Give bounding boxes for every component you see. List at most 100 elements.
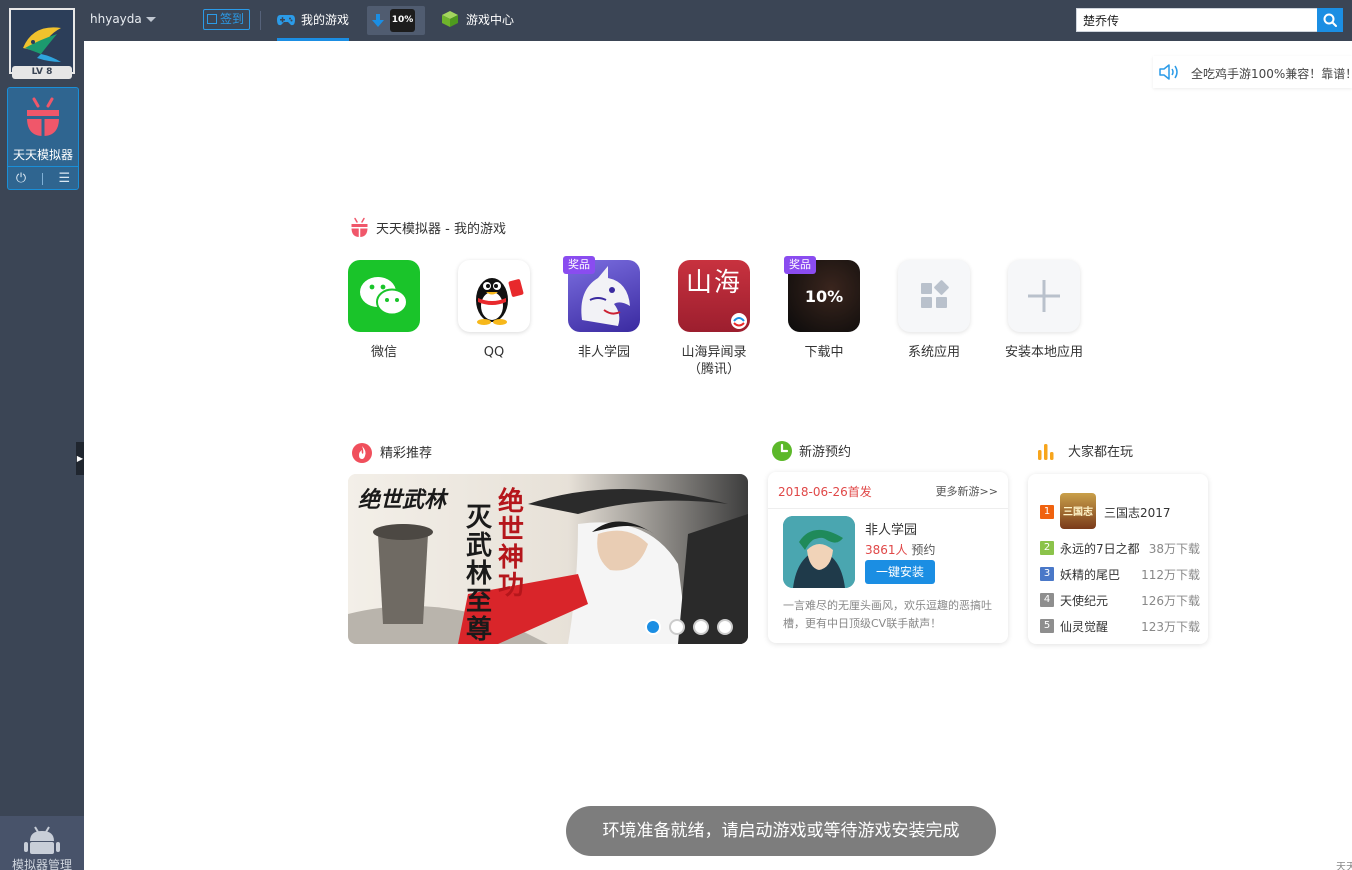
popular-item[interactable]: 2 永远的7日之都 38万下载 [1040, 540, 1200, 556]
app-name: 安装本地应用 [1004, 345, 1083, 360]
download-percent: 10% [804, 287, 844, 306]
app-system-apps[interactable]: 系统应用 [879, 260, 989, 361]
release-date: 2018-06-26首发 [778, 485, 872, 499]
popular-title: 大家都在玩 [1036, 441, 1133, 461]
featured-title-text: 精彩推荐 [380, 446, 433, 461]
popular-item[interactable]: 5 仙灵觉醒 123万下载 [1040, 618, 1200, 634]
sidebar: LV 8 天天模拟器 ⏻ ☰ ▶ 模拟器管理 [0, 0, 84, 870]
emulator-controls: ⏻ ☰ [8, 166, 78, 190]
featured-title: 精彩推荐 [352, 441, 432, 463]
rank-number: 4 [1040, 593, 1054, 607]
app-name-line1: 山海异闻录 [681, 345, 747, 360]
tencent-badge-icon [731, 313, 747, 329]
carousel-dot[interactable] [693, 619, 709, 635]
username: hhyayda [90, 12, 142, 26]
plus-icon [1008, 260, 1080, 332]
corner-text: 天天 [1336, 862, 1352, 870]
rank-number: 2 [1040, 541, 1054, 555]
qq-penguin-icon [458, 260, 530, 332]
menu-icon[interactable]: ☰ [58, 171, 70, 186]
app-name: 微信 [370, 345, 397, 360]
controls-divider [41, 172, 43, 185]
newgames-card: 2018-06-26首发 更多新游>> 非人学园 3861人 预约 一键安装 一… [768, 472, 1008, 643]
app-downloading[interactable]: 10% 奖品 下载中 [769, 256, 879, 361]
search-button[interactable] [1317, 8, 1343, 32]
app-qq[interactable]: QQ [439, 260, 549, 361]
user-menu[interactable]: hhyayda [90, 12, 156, 26]
power-icon[interactable]: ⏻ [16, 171, 26, 186]
emulator-manage-button[interactable]: 模拟器管理 [0, 816, 84, 870]
search-icon [1323, 13, 1337, 27]
carousel-dot[interactable] [717, 619, 733, 635]
popular-item[interactable]: 3 妖精的尾巴 112万下载 [1040, 566, 1200, 582]
popular-item[interactable]: 1 三国志 三国志2017 [1040, 493, 1200, 529]
banner-logo-text: 绝世武林 [358, 487, 447, 513]
emulator-card[interactable]: 天天模拟器 ⏻ ☰ [7, 87, 79, 190]
popular-item[interactable]: 4 天使纪元 126万下载 [1040, 592, 1200, 608]
rank-number: 5 [1040, 619, 1054, 633]
popular-name: 妖精的尾巴 [1060, 568, 1121, 582]
user-avatar[interactable] [9, 8, 75, 74]
featured-banner[interactable]: 绝世武林 绝世神功 灭武林至尊 [348, 474, 748, 644]
my-games-title-text: 天天模拟器 - 我的游戏 [376, 222, 506, 237]
rank-number: 1 [1040, 505, 1054, 519]
carousel-dots [645, 619, 733, 635]
popular-name: 永远的7日之都 [1060, 542, 1140, 556]
search-input[interactable] [1076, 8, 1317, 32]
download-tab[interactable]: 10% [367, 6, 425, 35]
newgames-title-text: 新游预约 [799, 445, 852, 460]
android-icon [24, 826, 60, 854]
top-bar: hhyayda 签到 我的游戏 10% 游戏中心 楚乔传 [84, 0, 1352, 41]
chevron-down-icon [145, 17, 156, 22]
tab-game-center-label: 游戏中心 [466, 13, 515, 27]
notice-bar[interactable]: 全吃鸡手游100%兼容！靠谱！ [1153, 56, 1352, 88]
shanhai-game-icon: 山海 [678, 260, 750, 332]
app-install-local[interactable]: 安装本地应用 [989, 260, 1099, 361]
popular-thumbnail: 三国志 [1060, 493, 1096, 529]
popular-name: 仙灵觉醒 [1060, 620, 1109, 634]
carousel-dot[interactable] [645, 619, 661, 635]
app-wechat[interactable]: 微信 [329, 260, 439, 361]
active-tab-indicator [277, 38, 350, 41]
fish-logo-icon [11, 10, 73, 72]
cube-icon [442, 11, 458, 27]
checkin-button[interactable]: 签到 [203, 9, 250, 30]
wechat-icon [348, 260, 420, 332]
speaker-icon [1159, 64, 1178, 80]
newgame-description: 一言难尽的无厘头画风，欢乐逗趣的恶搞吐槽，更有中日顶级CV联手献声！ [783, 599, 992, 630]
app-feiren-xueyuan[interactable]: 奖品 非人学园 [549, 256, 659, 361]
gamepad-icon [277, 15, 295, 26]
popular-card: 1 三国志 三国志2017 2 永远的7日之都 38万下载 3 妖精的尾巴 11… [1028, 474, 1208, 644]
reservation-count: 3861人 预约 [865, 543, 936, 557]
prize-badge: 奖品 [563, 256, 595, 274]
popular-downloads: 38万下载 [1148, 542, 1200, 556]
tab-my-games-label: 我的游戏 [301, 13, 350, 27]
popular-downloads: 126万下载 [1141, 594, 1200, 608]
more-newgames-link[interactable]: 更多新游>> [936, 483, 998, 499]
flame-icon [352, 443, 372, 463]
sidebar-expand-handle[interactable]: ▶ [76, 442, 84, 475]
popular-downloads: 112万下载 [1141, 568, 1200, 582]
shanhai-tile-text: 山海 [685, 268, 742, 298]
newgames-title: 新游预约 [772, 441, 851, 461]
emulator-label: 天天模拟器 [12, 148, 73, 162]
app-name: 非人学园 [577, 345, 630, 360]
download-progress: 10% [390, 9, 415, 32]
rank-number: 3 [1040, 567, 1054, 581]
one-click-install-button[interactable]: 一键安装 [865, 560, 935, 584]
tab-my-games[interactable]: 我的游戏 [277, 0, 350, 41]
app-window: LV 8 天天模拟器 ⏻ ☰ ▶ 模拟器管理 hhyayda 签到 我的游戏 1… [0, 0, 1352, 870]
tab-game-center[interactable]: 游戏中心 [442, 0, 514, 41]
top-divider [260, 11, 261, 30]
emulator-manage-label: 模拟器管理 [11, 858, 72, 870]
checkin-label: 签到 [220, 12, 245, 26]
app-shanhai[interactable]: 山海 山海异闻录 （腾讯） [659, 260, 769, 378]
popular-thumb-text: 三国志 [1063, 507, 1093, 518]
emulator-bug-icon [351, 217, 368, 237]
newgame-thumbnail[interactable] [783, 516, 855, 588]
popular-name: 三国志2017 [1104, 506, 1171, 520]
grid-apps-icon [898, 260, 970, 332]
clock-icon [772, 441, 792, 461]
my-games-title: 天天模拟器 - 我的游戏 [349, 217, 506, 239]
carousel-dot[interactable] [669, 619, 685, 635]
